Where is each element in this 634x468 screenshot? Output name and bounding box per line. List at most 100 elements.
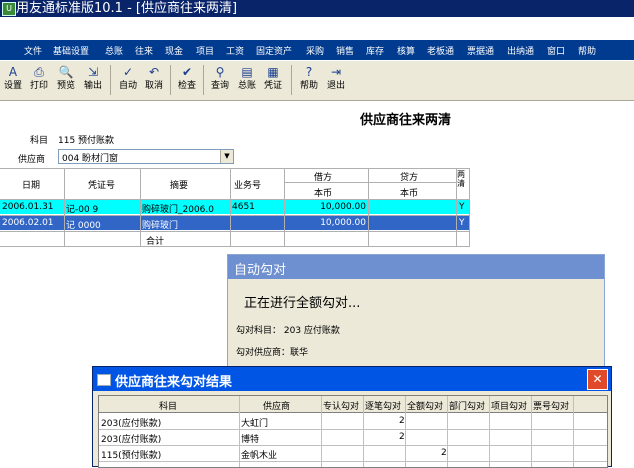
supplier-select[interactable]: 004 盼材门窗 ▼	[58, 149, 234, 164]
result-row3-subject: 115(预付账款)	[101, 451, 162, 461]
settings-icon: A	[8, 65, 18, 79]
col-header-voucher: 凭证号	[88, 181, 116, 191]
print-button[interactable]: ⎙ 打印	[27, 62, 51, 98]
menu-purchasing[interactable]: 采购	[306, 44, 324, 57]
query-icon: ⚲	[215, 65, 225, 79]
export-button[interactable]: ⇲ 输出	[81, 62, 105, 98]
query-button[interactable]: ⚲ 查询	[208, 62, 232, 98]
col-header-clear: 两清	[457, 170, 465, 188]
cancel-button[interactable]: ↶ 取消	[142, 62, 166, 98]
col-header-date: 日期	[22, 181, 41, 191]
ledger-grid: 日期 凭证号 摘要 业务号 借方 本币 贷方 本币 两清 2006.01.31 …	[0, 168, 470, 247]
export-label: 输出	[83, 81, 102, 91]
row1-date: 2006.01.31	[2, 202, 54, 212]
result-col-confirm-match: 专认勾对	[323, 402, 360, 412]
preview-label: 预览	[56, 81, 75, 91]
result-row1-subject: 203(应付账款)	[101, 419, 162, 429]
menu-help[interactable]: 帮助	[578, 44, 596, 57]
menu-inventory[interactable]: 库存	[366, 44, 384, 57]
toolbar-separator	[203, 65, 204, 95]
total-label: 合计	[146, 237, 165, 247]
match-result-dialog-header[interactable]: 供应商往来勾对结果 ✕	[93, 367, 611, 391]
window-title: 用友通标准版10.1 - [供应商往来两清]	[16, 1, 238, 16]
result-col-full-match: 全额勾对	[407, 402, 444, 412]
check-label: 检查	[177, 81, 196, 91]
menu-cashier[interactable]: 出纳通	[507, 44, 534, 57]
progress-text: 正在进行全额勾对...	[244, 296, 361, 311]
toolbar-separator	[291, 65, 292, 95]
result-row2-supplier: 博特	[241, 435, 260, 445]
help-icon: ?	[305, 65, 313, 79]
result-col-dept-match: 部门勾对	[449, 402, 486, 412]
result-col-item-match: 逐笔勾对	[365, 402, 402, 412]
close-icon[interactable]: ✕	[587, 369, 608, 390]
app-icon: U	[2, 2, 16, 16]
cancel-label: 取消	[144, 81, 163, 91]
voucher-button[interactable]: ▦ 凭证	[261, 62, 285, 98]
voucher-label: 凭证	[263, 81, 282, 91]
menu-window[interactable]: 窗口	[547, 44, 565, 57]
settings-button[interactable]: A 设置	[2, 62, 24, 98]
menu-payroll[interactable]: 工资	[226, 44, 244, 57]
check-button[interactable]: ✔ 检查	[175, 62, 199, 98]
menu-notes[interactable]: 票据通	[467, 44, 494, 57]
auto-match-dialog-title: 自动勾对	[234, 263, 287, 278]
exit-icon: ⇥	[330, 65, 342, 79]
menu-cash[interactable]: 现金	[165, 44, 183, 57]
col-header-debit: 借方	[314, 173, 333, 183]
col-header-debit-currency: 本币	[314, 189, 333, 199]
chevron-down-icon[interactable]: ▼	[220, 150, 233, 163]
export-icon: ⇲	[87, 65, 99, 79]
title-bar: U 用友通标准版10.1 - [供应商往来两清]	[0, 0, 634, 17]
window-icon	[97, 374, 111, 386]
col-header-business-no: 业务号	[234, 181, 262, 191]
ledger-icon: ▤	[241, 65, 253, 79]
subject-label: 科目	[30, 136, 49, 146]
result-col-subject: 科目	[159, 402, 178, 412]
print-icon: ⎙	[34, 65, 44, 79]
preview-button[interactable]: 🔍 预览	[54, 62, 78, 98]
row1-summary: 购碎玻门_2006.0	[142, 205, 214, 215]
match-result-dialog: 供应商往来勾对结果 ✕ 科目 供应商 专认勾对 逐笔勾对 全额勾对 部门勾对 项…	[92, 366, 612, 468]
menu-sales[interactable]: 销售	[336, 44, 354, 57]
result-col-supplier: 供应商	[263, 402, 291, 412]
exit-label: 退出	[326, 81, 345, 91]
auto-label: 自动	[118, 81, 137, 91]
result-col-project-match: 项目勾对	[491, 402, 528, 412]
menu-project[interactable]: 项目	[196, 44, 214, 57]
ledger-button[interactable]: ▤ 总账	[235, 62, 259, 98]
result-row1-supplier: 大虹门	[241, 419, 269, 429]
menu-general-ledger[interactable]: 总账	[105, 44, 123, 57]
result-row3-supplier: 金帆木业	[241, 451, 278, 461]
help-button[interactable]: ? 帮助	[297, 62, 321, 98]
result-row1-item-match: 2	[399, 416, 405, 426]
menu-fixed-assets[interactable]: 固定资产	[256, 44, 292, 57]
match-subject-text: 勾对科目： 203 应付账款	[236, 326, 340, 336]
supplier-select-value: 004 盼材门窗	[62, 154, 119, 164]
menu-basic-settings[interactable]: 基础设置	[53, 44, 89, 57]
row2-summary: 购碎玻门	[142, 221, 179, 231]
exit-button[interactable]: ⇥ 退出	[324, 62, 348, 98]
voucher-icon: ▦	[267, 65, 279, 79]
row1-voucher: 记-00 9	[66, 205, 99, 215]
ledger-label: 总账	[237, 81, 256, 91]
menu-costing[interactable]: 核算	[397, 44, 415, 57]
col-header-summary: 摘要	[170, 181, 189, 191]
menu-boss-link[interactable]: 老板通	[427, 44, 454, 57]
supplier-label: 供应商	[18, 155, 46, 165]
result-grid: 科目 供应商 专认勾对 逐笔勾对 全额勾对 部门勾对 项目勾对 票号勾对 203…	[98, 395, 608, 468]
match-result-dialog-title: 供应商往来勾对结果	[115, 375, 233, 390]
menu-file[interactable]: 文件	[24, 44, 42, 57]
auto-button[interactable]: ✓ 自动	[116, 62, 140, 98]
menu-transactions[interactable]: 往来	[135, 44, 153, 57]
preview-icon: 🔍	[58, 65, 74, 79]
row1-clear: Y	[459, 202, 465, 212]
toolbar: A 设置 ⎙ 打印 🔍 预览 ⇲ 输出 ✓ 自动 ↶ 取消 ✔ 检查 ⚲ 查询 …	[0, 61, 634, 101]
menu-bar: 文件 基础设置 总账 往来 现金 项目 工资 固定资产 采购 销售 库存 核算 …	[0, 40, 634, 60]
row2-debit: 10,000.00	[320, 218, 366, 228]
auto-match-dialog-header[interactable]: 自动勾对	[228, 255, 604, 279]
settings-label: 设置	[3, 81, 22, 91]
query-label: 查询	[210, 81, 229, 91]
subject-value: 115 预付账款	[58, 136, 115, 146]
auto-icon: ✓	[122, 65, 134, 79]
